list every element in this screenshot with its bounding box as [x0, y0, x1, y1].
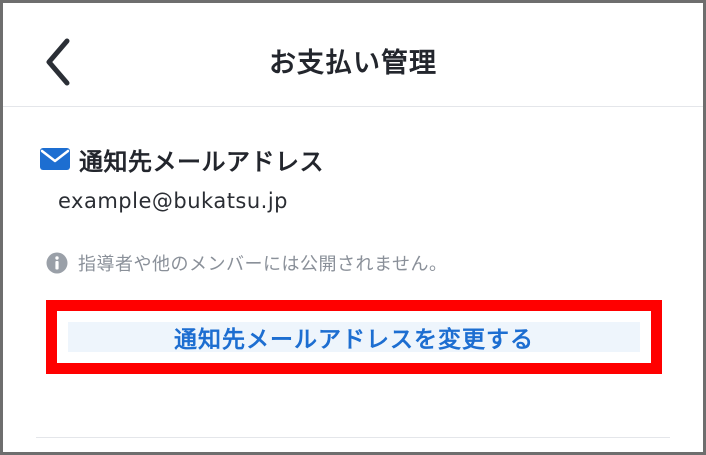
email-value: example@bukatsu.jp [58, 189, 289, 213]
change-email-button[interactable]: 通知先メールアドレスを変更する [68, 322, 640, 353]
section-divider [36, 437, 670, 438]
privacy-notice: 指導者や他のメンバーには公開されません。 [46, 249, 447, 277]
highlight-box: 通知先メールアドレスを変更する [46, 300, 662, 374]
page-title: お支払い管理 [269, 48, 437, 79]
email-section-label: 通知先メールアドレス [39, 141, 324, 177]
screen-frame: お支払い管理 通知先メールアドレス example@bukatsu.jp 指導者… [0, 0, 706, 455]
change-email-button-label: 通知先メールアドレスを変更する [174, 327, 534, 353]
privacy-notice-text: 指導者や他のメンバーには公開されません。 [78, 254, 448, 275]
mail-icon [40, 148, 70, 170]
info-icon [46, 252, 68, 274]
app-header: お支払い管理 [3, 3, 703, 107]
email-label: 通知先メールアドレス [79, 147, 324, 176]
